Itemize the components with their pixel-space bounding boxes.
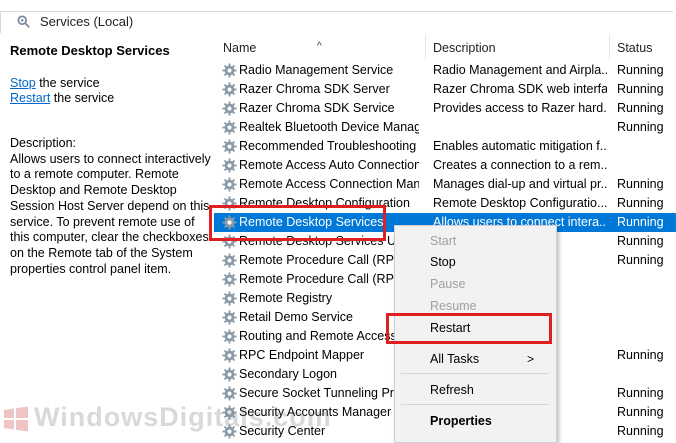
service-status: Running [617, 405, 664, 419]
service-row[interactable]: Remote Access Connection Man... Manages d… [214, 175, 676, 194]
service-name: Remote Registry [239, 291, 333, 305]
service-row[interactable]: Realtek Bluetooth Device Manage... Runnin… [214, 118, 676, 137]
column-header-description[interactable]: Description [433, 41, 496, 55]
header-title: Services (Local) [40, 14, 134, 29]
service-gear-icon [222, 63, 237, 78]
selected-service-title: Remote Desktop Services [10, 43, 170, 58]
service-name: Recommended Troubleshooting ... [239, 139, 419, 153]
menu-item-refresh[interactable]: Refresh [430, 383, 474, 397]
service-gear-icon [222, 158, 237, 173]
service-name: Razer Chroma SDK Server [239, 82, 390, 96]
service-description-cell: Provides access to Razer hard... [433, 101, 607, 115]
service-name: Remote Access Auto Connection ... [239, 158, 419, 172]
windows-logo-icon [4, 406, 28, 432]
stop-suffix: the service [35, 76, 100, 90]
column-divider[interactable] [609, 35, 610, 59]
description-label: Description: [10, 136, 76, 150]
restart-suffix: the service [50, 91, 115, 105]
service-gear-icon [222, 329, 237, 344]
submenu-arrow-icon: > [527, 352, 535, 366]
service-gear-icon [222, 386, 237, 401]
service-status: Running [617, 177, 664, 191]
service-gear-icon [222, 120, 237, 135]
service-gear-icon [222, 348, 237, 363]
service-gear-icon [222, 139, 237, 154]
service-gear-icon [222, 82, 237, 97]
service-row[interactable]: Remote Access Auto Connection ... Creates… [214, 156, 676, 175]
service-status: Running [617, 63, 664, 77]
highlight-selected-service [209, 205, 386, 241]
service-name: Secure Socket Tunneling Prot [239, 386, 405, 400]
service-name: RPC Endpoint Mapper [239, 348, 365, 362]
service-row[interactable]: Razer Chroma SDK Service Provides access … [214, 99, 676, 118]
service-status: Running [617, 348, 664, 362]
service-gear-icon [222, 253, 237, 268]
restart-line: Restart the service [10, 91, 114, 105]
service-status: Running [617, 196, 664, 210]
service-status: Running [617, 234, 664, 248]
service-status: Running [617, 120, 664, 134]
service-name: Remote Access Connection Man... [239, 177, 419, 191]
service-row[interactable]: Radio Management Service Radio Management… [214, 61, 676, 80]
service-name: Secondary Logon [239, 367, 337, 381]
service-name: Radio Management Service [239, 63, 394, 77]
service-description-cell: Razer Chroma SDK web interfa... [433, 82, 607, 96]
service-gear-icon [222, 272, 237, 287]
console-header: Services (Local) [0, 0, 676, 34]
service-details-pane: Remote Desktop Services Stop the service… [0, 33, 214, 441]
watermark-text: WindowsDigitals.com [34, 402, 332, 432]
menu-item-start[interactable]: Start [430, 234, 456, 248]
menu-item-all-tasks[interactable]: All Tasks [430, 352, 479, 366]
stop-line: Stop the service [10, 76, 100, 90]
services-gear-icon [17, 15, 30, 28]
service-status: Running [617, 386, 664, 400]
service-description-cell: Radio Management and Airpla... [433, 63, 607, 77]
service-description-cell: Creates a connection to a rem... [433, 158, 607, 172]
service-status: Running [617, 82, 664, 96]
highlight-restart [386, 313, 552, 344]
service-gear-icon [222, 101, 237, 116]
menu-item-stop[interactable]: Stop [430, 255, 456, 269]
column-header-status[interactable]: Status [617, 41, 652, 55]
service-gear-icon [222, 291, 237, 306]
service-name: Remote Procedure Call (RPC) [239, 272, 408, 286]
service-status: Running [617, 101, 664, 115]
service-description-cell: Enables automatic mitigation f... [433, 139, 607, 153]
column-header-name[interactable]: Name [223, 41, 256, 55]
restart-link[interactable]: Restart [10, 91, 50, 105]
menu-item-pause[interactable]: Pause [430, 277, 465, 291]
stop-link[interactable]: Stop [10, 76, 36, 90]
service-gear-icon [222, 310, 237, 325]
service-status: Running [617, 424, 664, 438]
menu-item-resume[interactable]: Resume [430, 299, 477, 313]
service-name: Razer Chroma SDK Service [239, 101, 395, 115]
service-description-cell: Remote Desktop Configuratio... [433, 196, 607, 210]
service-description: Description: Allows users to connect int… [10, 136, 214, 277]
service-gear-icon [222, 177, 237, 192]
menu-separator [401, 404, 549, 405]
service-row[interactable]: Recommended Troubleshooting ... Enables a… [214, 137, 676, 156]
service-name: Realtek Bluetooth Device Manage... [239, 120, 419, 134]
description-text: Allows users to connect interactively to… [10, 151, 211, 276]
service-name: Remote Procedure Call (RPC) [239, 253, 408, 267]
service-description-cell: Manages dial-up and virtual pr... [433, 177, 607, 191]
service-status: Running [617, 215, 664, 229]
service-status: Running [617, 253, 664, 267]
menu-item-properties[interactable]: Properties [430, 414, 492, 428]
sort-ascending-icon: ^ [317, 41, 322, 52]
service-gear-icon [222, 367, 237, 382]
column-headers: ^ Name Description Status [214, 33, 676, 59]
service-row[interactable]: Razer Chroma SDK Server Razer Chroma SDK … [214, 80, 676, 99]
column-divider[interactable] [425, 35, 426, 59]
menu-separator [401, 373, 549, 374]
